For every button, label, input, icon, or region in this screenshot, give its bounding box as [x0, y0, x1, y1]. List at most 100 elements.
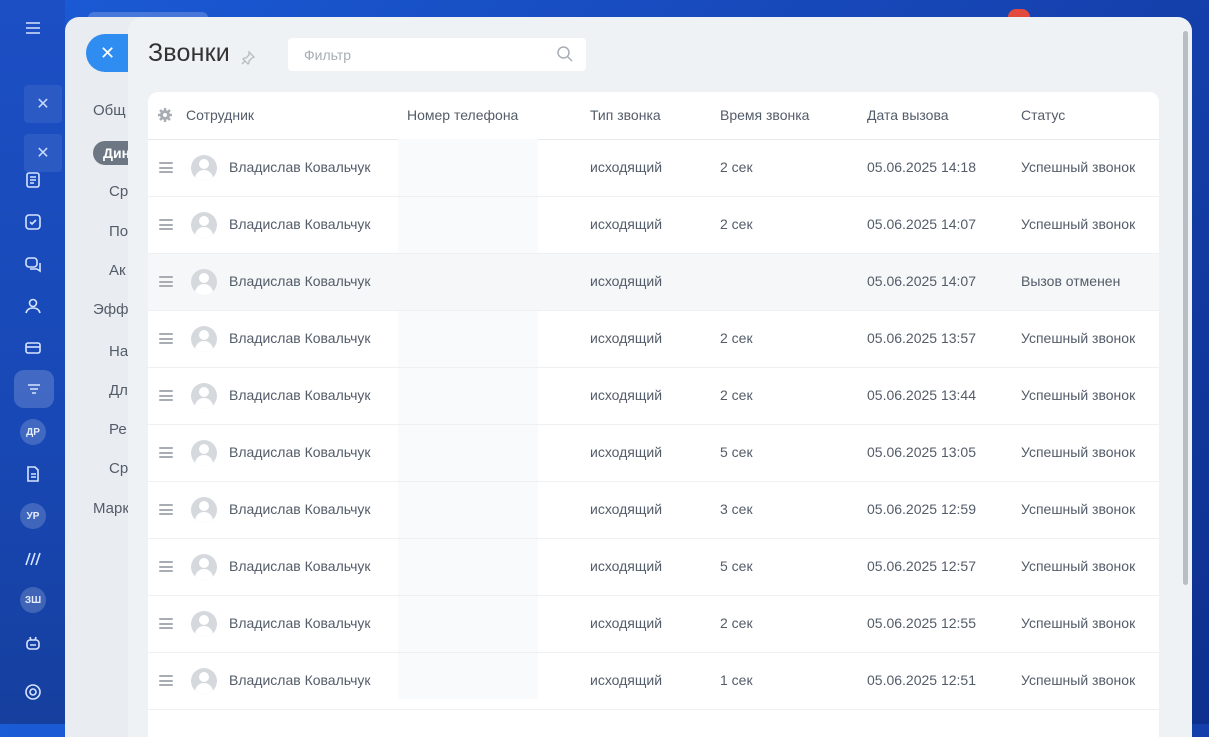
- menu-icon[interactable]: [19, 14, 47, 42]
- gear-icon[interactable]: [157, 107, 173, 123]
- avatar[interactable]: [191, 383, 217, 409]
- table-row[interactable]: Владислав Ковальчук исходящий 2 сек 05.0…: [148, 311, 1159, 368]
- close-icon[interactable]: ✕: [24, 85, 62, 123]
- drag-handle-icon[interactable]: [159, 333, 173, 344]
- settings-icon[interactable]: [19, 678, 47, 706]
- table-row[interactable]: Владислав Ковальчук исходящий 5 сек 05.0…: [148, 425, 1159, 482]
- avatar[interactable]: [191, 668, 217, 694]
- call-type: исходящий: [590, 387, 663, 403]
- task-icon[interactable]: [19, 208, 47, 236]
- call-date: 05.06.2025 14:18: [867, 159, 976, 175]
- call-type: исходящий: [590, 330, 663, 346]
- employee-name[interactable]: Владислав Ковальчук: [229, 615, 371, 631]
- robot-icon[interactable]: [19, 629, 47, 657]
- call-type: исходящий: [590, 615, 663, 631]
- background-item: На: [109, 343, 129, 360]
- drag-handle-icon[interactable]: [159, 675, 173, 686]
- drag-handle-icon[interactable]: [159, 219, 173, 230]
- avatar[interactable]: [191, 497, 217, 523]
- call-status: Успешный звонок: [1021, 216, 1136, 232]
- call-duration: 5 сек: [720, 558, 753, 574]
- column-header-status[interactable]: Статус: [1021, 107, 1065, 123]
- filter-field[interactable]: [288, 38, 586, 71]
- call-type: исходящий: [590, 501, 663, 517]
- drag-handle-icon[interactable]: [159, 504, 173, 515]
- call-duration: 2 сек: [720, 216, 753, 232]
- column-header-call-date[interactable]: Дата вызова: [867, 107, 949, 123]
- avatar[interactable]: [191, 611, 217, 637]
- search-icon[interactable]: [556, 45, 574, 63]
- employee-name[interactable]: Владислав Ковальчук: [229, 558, 371, 574]
- employee-name[interactable]: Владислав Ковальчук: [229, 501, 371, 517]
- page-title: Звонки: [148, 39, 230, 67]
- call-type: исходящий: [590, 672, 663, 688]
- avatar[interactable]: [191, 212, 217, 238]
- funnel-icon[interactable]: [14, 370, 54, 408]
- column-header-employee[interactable]: Сотрудник: [186, 107, 254, 123]
- background-item: Ак: [109, 262, 126, 279]
- table-row[interactable]: Владислав Ковальчук исходящий 2 сек 05.0…: [148, 368, 1159, 425]
- close-panel-button[interactable]: ✕: [86, 34, 134, 72]
- avatar[interactable]: ДР: [20, 419, 46, 445]
- call-date: 05.06.2025 13:57: [867, 330, 976, 346]
- drag-handle-icon[interactable]: [159, 276, 173, 287]
- drag-handle-icon[interactable]: [159, 447, 173, 458]
- employee-name[interactable]: Владислав Ковальчук: [229, 159, 371, 175]
- drag-handle-icon[interactable]: [159, 162, 173, 173]
- employee-name[interactable]: Владислав Ковальчук: [229, 330, 371, 346]
- employee-name[interactable]: Владислав Ковальчук: [229, 444, 371, 460]
- call-duration: 2 сек: [720, 387, 753, 403]
- call-duration: 5 сек: [720, 444, 753, 460]
- column-header-call-type[interactable]: Тип звонка: [590, 107, 661, 123]
- scrollbar[interactable]: [1183, 31, 1188, 585]
- call-type: исходящий: [590, 273, 663, 289]
- filter-input[interactable]: [302, 45, 546, 64]
- call-status: Успешный звонок: [1021, 672, 1136, 688]
- table-row[interactable]: Владислав Ковальчук исходящий 2 сек 05.0…: [148, 197, 1159, 254]
- avatar[interactable]: [191, 440, 217, 466]
- table-row[interactable]: Владислав Ковальчук исходящий 05.06.2025…: [148, 254, 1159, 311]
- table-row[interactable]: Владислав Ковальчук исходящий 2 сек 05.0…: [148, 140, 1159, 197]
- employee-name[interactable]: Владислав Ковальчук: [229, 273, 371, 289]
- avatar[interactable]: [191, 554, 217, 580]
- background-item: Марк: [93, 500, 129, 517]
- background-item: По: [109, 223, 129, 240]
- drag-handle-icon[interactable]: [159, 390, 173, 401]
- call-status: Успешный звонок: [1021, 501, 1136, 517]
- avatar[interactable]: [191, 155, 217, 181]
- table-row[interactable]: Владислав Ковальчук исходящий 2 сек 05.0…: [148, 596, 1159, 653]
- call-duration: 2 сек: [720, 615, 753, 631]
- avatar[interactable]: ЗШ: [20, 587, 46, 613]
- table-row[interactable]: Владислав Ковальчук исходящий 1 сек 05.0…: [148, 653, 1159, 710]
- inbox-icon[interactable]: [19, 334, 47, 362]
- avatar[interactable]: [191, 269, 217, 295]
- drag-handle-icon[interactable]: [159, 618, 173, 629]
- employee-name[interactable]: Владислав Ковальчук: [229, 216, 371, 232]
- call-type: исходящий: [590, 444, 663, 460]
- column-header-phone[interactable]: Номер телефона: [407, 107, 518, 123]
- apps-icon[interactable]: [19, 545, 47, 573]
- call-status: Вызов отменен: [1021, 273, 1121, 289]
- call-date: 05.06.2025 12:55: [867, 615, 976, 631]
- pin-icon[interactable]: [240, 50, 256, 66]
- chat-icon[interactable]: [19, 250, 47, 278]
- background-item: Ср: [109, 460, 129, 477]
- call-date: 05.06.2025 12:51: [867, 672, 976, 688]
- contacts-icon[interactable]: [19, 292, 47, 320]
- column-header-call-duration[interactable]: Время звонка: [720, 107, 809, 123]
- table-row[interactable]: Владислав Ковальчук исходящий 3 сек 05.0…: [148, 482, 1159, 539]
- employee-name[interactable]: Владислав Ковальчук: [229, 387, 371, 403]
- document-icon[interactable]: [19, 166, 47, 194]
- employee-name[interactable]: Владислав Ковальчук: [229, 672, 371, 688]
- call-type: исходящий: [590, 558, 663, 574]
- avatar[interactable]: УР: [20, 503, 46, 529]
- calls-panel: Звонки Сотрудник Номер телефона Тип звон…: [128, 17, 1192, 737]
- table-row[interactable]: Владислав Ковальчук исходящий 5 сек 05.0…: [148, 539, 1159, 596]
- call-date: 05.06.2025 12:57: [867, 558, 976, 574]
- call-status: Успешный звонок: [1021, 159, 1136, 175]
- avatar[interactable]: [191, 326, 217, 352]
- call-status: Успешный звонок: [1021, 387, 1136, 403]
- call-date: 05.06.2025 14:07: [867, 273, 976, 289]
- drag-handle-icon[interactable]: [159, 561, 173, 572]
- file-icon[interactable]: [19, 460, 47, 488]
